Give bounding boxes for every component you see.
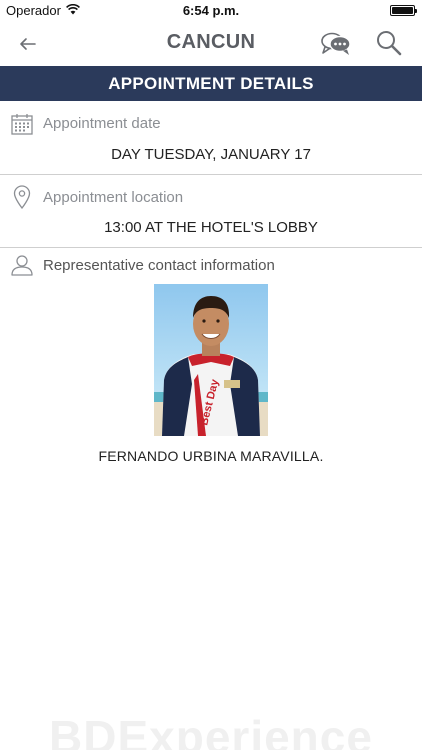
appointment-date-value: DAY TUESDAY, JANUARY 17	[111, 146, 311, 163]
representative-photo: Best Day	[154, 284, 268, 436]
appointment-location-row: Appointment location 13:00 AT THE HOTEL'…	[0, 175, 422, 247]
person-icon	[11, 255, 33, 276]
nav-bar: CANCUN	[0, 22, 422, 66]
battery-icon	[390, 5, 417, 16]
chat-bubbles-icon	[321, 32, 351, 55]
representative-name: FERNANDO URBINA MARAVILLA.	[98, 448, 324, 464]
location-pin-icon	[13, 185, 31, 209]
page-title: CANCUN	[166, 31, 256, 53]
appointment-location-value: 13:00 AT THE HOTEL'S LOBBY	[104, 219, 318, 236]
appointment-date-row: Appointment date DAY TUESDAY, JANUARY 17	[0, 101, 422, 174]
brand-watermark: BDExperience	[49, 711, 373, 750]
calendar-icon	[11, 114, 33, 135]
search-button[interactable]	[374, 28, 404, 58]
section-header: APPOINTMENT DETAILS	[0, 66, 422, 101]
status-bar: Operador 6:54 p.m.	[0, 0, 422, 22]
chat-button[interactable]	[320, 29, 352, 59]
appointment-location-label: Appointment location	[43, 189, 184, 206]
search-icon	[377, 31, 402, 56]
status-time: 6:54 p.m.	[182, 3, 240, 18]
representative-label: Representative contact information	[43, 257, 275, 274]
appointment-date-label: Appointment date	[43, 115, 161, 132]
